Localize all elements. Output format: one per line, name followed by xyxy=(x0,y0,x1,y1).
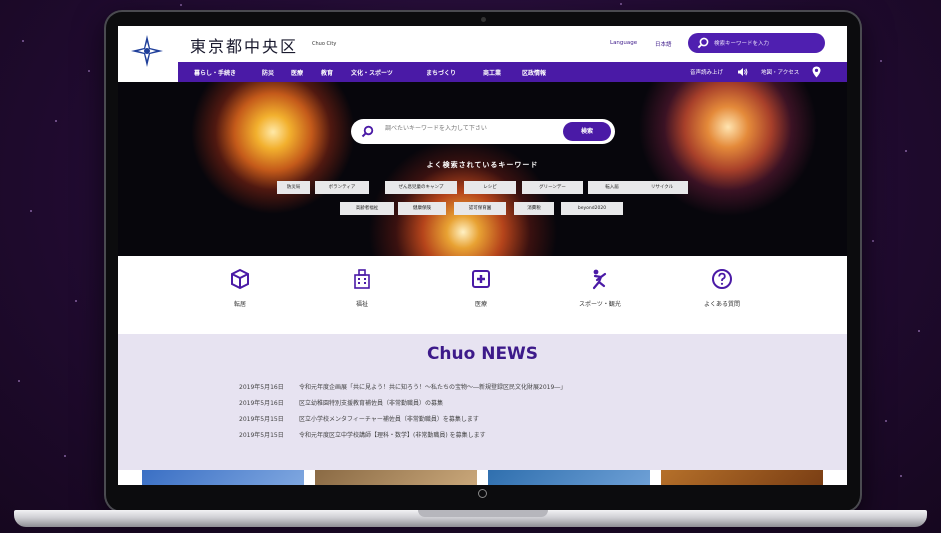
quick-link-faq[interactable]: よくある質問 xyxy=(677,268,767,308)
hero-search-button[interactable]: 検索 xyxy=(563,122,611,141)
read-aloud-link[interactable]: 音声読み上げ xyxy=(690,68,723,76)
search-icon xyxy=(361,125,374,138)
quick-link-label: よくある質問 xyxy=(703,301,740,308)
keyword-chip[interactable]: 健康保険 xyxy=(398,202,446,215)
header-search-placeholder: 検索キーワードを入力 xyxy=(714,41,770,47)
quick-links: 転居 福祉 医療 スポーツ・観光 よくある質問 xyxy=(118,256,847,334)
news-link[interactable]: 区立幼稚園特別支援教育補佐員（非常勤職員）の募集 xyxy=(299,400,443,407)
keyword-chip[interactable]: 高齢者福祉 xyxy=(340,202,394,215)
language-label: Language xyxy=(610,40,638,46)
runner-icon xyxy=(592,269,607,290)
feature-thumbnail[interactable] xyxy=(661,470,823,485)
news-item[interactable]: 2019年5月15日 区立小学校メンタフィーチャー補佐員（非常勤職員）を募集します xyxy=(239,414,479,423)
quick-link-label: スポーツ・観光 xyxy=(579,301,621,308)
speaker-icon[interactable] xyxy=(737,67,748,77)
nav-item-administration[interactable]: 区政情報 xyxy=(522,68,546,77)
news-link[interactable]: 令和元年度企画展「共に見よう！共に知ろう！～私たちの宝物～―新規登録区民文化財展… xyxy=(299,384,566,391)
keyword-chip[interactable]: beyond2020 xyxy=(561,202,623,215)
site-header: 東京都中央区 Chuo City Language 日本語 検索キーワードを入力 xyxy=(118,26,847,67)
package-icon xyxy=(231,268,249,290)
search-icon xyxy=(697,37,709,49)
news-title: Chuo NEWS xyxy=(426,344,539,364)
medical-cross-icon xyxy=(472,270,490,288)
quick-link-medical[interactable]: 医療 xyxy=(436,268,526,308)
feature-thumbnail[interactable] xyxy=(315,470,477,485)
news-link[interactable]: 令和元年度区立中学校講師【理科・数学】(非常勤職員) を募集します xyxy=(299,432,486,439)
keyword-chip[interactable]: レシピ xyxy=(464,181,516,194)
news-item[interactable]: 2019年5月16日 区立幼稚園特別支援教育補佐員（非常勤職員）の募集 xyxy=(239,398,443,407)
keyword-chip[interactable]: グリーンデー xyxy=(522,181,583,194)
feature-thumbnail[interactable] xyxy=(142,470,304,485)
fireworks-right-image xyxy=(638,82,818,217)
nav-item-commerce[interactable]: 商工業 xyxy=(483,68,501,77)
laptop-camera xyxy=(481,17,486,22)
hero-search-input[interactable] xyxy=(385,125,555,132)
news-section: Chuo NEWS 2019年5月16日 令和元年度企画展「共に見よう！共に知ろう… xyxy=(118,334,847,470)
quick-link-welfare[interactable]: 福祉 xyxy=(317,268,407,308)
question-icon xyxy=(712,269,732,289)
news-date: 2019年5月15日 xyxy=(239,432,284,439)
hero-search-bar: 検索 xyxy=(351,119,615,144)
map-pin-icon[interactable] xyxy=(812,66,821,78)
quick-link-label: 転居 xyxy=(233,301,246,308)
site-title[interactable]: 東京都中央区 xyxy=(190,33,298,57)
quick-link-label: 福祉 xyxy=(355,301,368,308)
news-date: 2019年5月16日 xyxy=(239,400,284,407)
language-select[interactable]: 日本語 xyxy=(655,40,672,48)
nav-item-education[interactable]: 教育 xyxy=(321,68,333,77)
news-item[interactable]: 2019年5月15日 令和元年度区立中学校講師【理科・数学】(非常勤職員) を募集… xyxy=(239,430,486,439)
laptop-logo-icon xyxy=(478,489,487,498)
keyword-chip[interactable]: リサイクル xyxy=(636,181,688,194)
news-item[interactable]: 2019年5月16日 令和元年度企画展「共に見よう！共に知ろう！～私たちの宝物～―… xyxy=(239,382,566,391)
chuo-city-logo-icon[interactable] xyxy=(130,34,164,68)
news-link[interactable]: 区立小学校メンタフィーチャー補佐員（非常勤職員）を募集します xyxy=(299,416,479,423)
popular-keywords-heading: よく検索されているキーワード xyxy=(426,161,539,169)
quick-link-moving[interactable]: 転居 xyxy=(195,268,285,308)
map-access-link[interactable]: 地図・アクセス xyxy=(761,68,799,76)
nav-item-living[interactable]: 暮らし・手続き xyxy=(194,68,236,77)
keyword-chip[interactable]: 防災局 xyxy=(277,181,310,194)
quick-link-sports-tourism[interactable]: スポーツ・観光 xyxy=(555,268,645,308)
header-search-field[interactable]: 検索キーワードを入力 xyxy=(688,33,825,53)
keyword-chip[interactable]: ぜん息児童のキャンプ xyxy=(385,181,457,194)
fireworks-left-image xyxy=(188,82,358,217)
news-date: 2019年5月16日 xyxy=(239,384,284,391)
news-date: 2019年5月15日 xyxy=(239,416,284,423)
nav-item-medical[interactable]: 医療 xyxy=(291,68,303,77)
keyword-chip[interactable]: 消費税 xyxy=(514,202,554,215)
building-icon xyxy=(354,269,370,289)
fireworks-center-image xyxy=(368,137,558,256)
hero-banner: 検索 よく検索されているキーワード 防災局 ボランティア ぜん息児童のキャンプ … xyxy=(118,82,847,256)
quick-link-label: 医療 xyxy=(474,301,487,308)
keyword-chip[interactable]: 転入届 xyxy=(588,181,636,194)
feature-thumbnail[interactable] xyxy=(488,470,650,485)
site-subtitle: Chuo City xyxy=(312,41,337,47)
keyword-chip[interactable]: 認可保育園 xyxy=(454,202,506,215)
nav-item-disaster[interactable]: 防災 xyxy=(262,68,274,77)
keyword-chip[interactable]: ボランティア xyxy=(315,181,369,194)
laptop-notch xyxy=(418,510,548,517)
global-nav: 暮らし・手続き 防災 医療 教育 文化・スポーツ まちづくり 商工業 区政情報 … xyxy=(178,62,847,82)
nav-item-town[interactable]: まちづくり xyxy=(426,68,456,77)
laptop-screen: 東京都中央区 Chuo City Language 日本語 検索キーワードを入力… xyxy=(118,26,847,485)
nav-item-culture-sports[interactable]: 文化・スポーツ xyxy=(351,68,393,77)
